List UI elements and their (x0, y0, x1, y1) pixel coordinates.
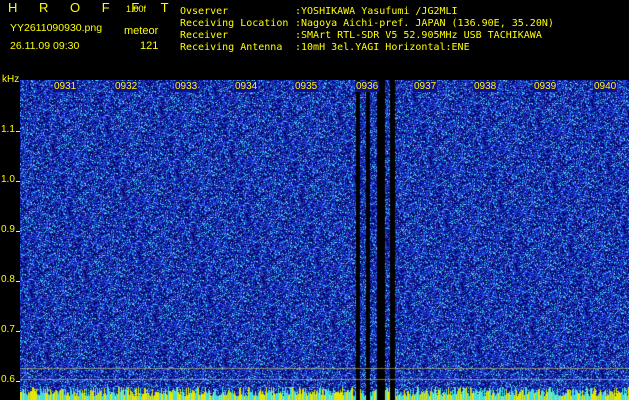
time-label: 0935 (294, 81, 319, 92)
spectrogram-canvas (20, 80, 629, 400)
observation-datetime: 26.11.09 09:30 (10, 40, 80, 52)
meteor-count: 121 (140, 40, 159, 52)
info-value: :Nagoya Aichi-pref. JAPAN (136.90E, 35.2… (295, 18, 554, 29)
y-tick-label: 1.0 (1, 174, 15, 185)
time-label: 0932 (114, 81, 139, 92)
time-label: 0940 (593, 81, 618, 92)
info-label: Ovserver (180, 6, 229, 17)
info-row-antenna: Receiving Antenna :10mH 3el.YAGI Horizon… (180, 42, 554, 54)
time-label: 0938 (473, 81, 498, 92)
y-tick-label: 0.7 (1, 324, 15, 335)
time-label: 0937 (413, 81, 438, 92)
info-row-location: Receiving Location :Nagoya Aichi-pref. J… (180, 18, 554, 30)
observation-type: meteor (124, 25, 159, 37)
time-label: 0939 (533, 81, 558, 92)
station-info: Ovserver :YOSHIKAWA Yasufumi /JG2MLI Rec… (180, 6, 554, 54)
info-label: Receiving Location (180, 18, 289, 29)
file-name: YY2611090930.png (10, 22, 103, 34)
y-tick-label: 0.6 (1, 374, 15, 385)
info-value: :SMArt RTL-SDR V5 52.905MHz USB TACHIKAW… (295, 30, 542, 41)
y-tick-label: 1.1 (1, 124, 15, 135)
y-tick-label: 0.9 (1, 224, 15, 235)
info-label: Receiving Antenna (180, 42, 283, 53)
time-label: 0933 (174, 81, 199, 92)
frequency-axis: 1.1 1.0 0.9 0.8 0.7 0.6 (0, 80, 20, 400)
info-label: Receiver (180, 30, 229, 41)
time-label: 0934 (234, 81, 259, 92)
y-tick-label: 0.8 (1, 274, 15, 285)
info-value: :10mH 3el.YAGI Horizontal:ENE (295, 42, 470, 53)
info-row-observer: Ovserver :YOSHIKAWA Yasufumi /JG2MLI (180, 6, 554, 18)
app-brand: H R O F F T (8, 0, 178, 15)
info-row-receiver: Receiver :SMArt RTL-SDR V5 52.905MHz USB… (180, 30, 554, 42)
time-label: 0936 (355, 81, 380, 92)
time-label: 0931 (53, 81, 78, 92)
app-version: 1.00f (126, 4, 147, 14)
info-value: :YOSHIKAWA Yasufumi /JG2MLI (295, 6, 458, 17)
